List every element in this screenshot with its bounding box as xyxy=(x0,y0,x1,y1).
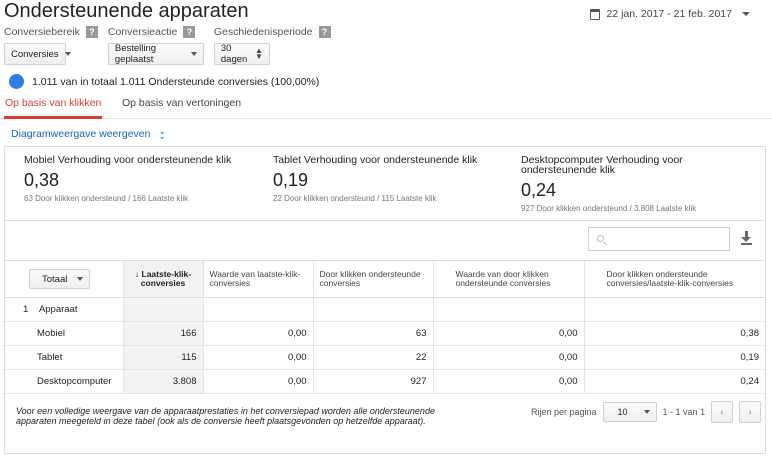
diagram-link-label: Diagramweergave weergeven xyxy=(11,128,151,140)
calendar-icon xyxy=(590,8,601,20)
chevron-down-icon xyxy=(64,52,71,56)
table-cell: 22 xyxy=(312,345,433,370)
metric-sub: 22 Door klikken ondersteund / 115 Laatst… xyxy=(273,194,437,203)
series-dot-icon xyxy=(9,74,24,89)
dropdown-value: Bestelling geplaatst xyxy=(114,43,157,65)
date-range-picker[interactable]: 22 jan. 2017 - 21 feb. 2017 xyxy=(590,8,750,20)
prev-page-button[interactable]: ‹ xyxy=(711,401,734,423)
metric-tablet: Tablet Verhouding voor ondersteunende kl… xyxy=(273,155,513,203)
metric-label: Mobiel Verhouding voor ondersteunende kl… xyxy=(24,154,232,166)
date-range-label: 22 jan. 2017 - 21 feb. 2017 xyxy=(606,8,732,20)
col-last-click-value[interactable]: Waarde van laatste-klik-conversies xyxy=(202,260,313,298)
table-cell: 0,24 xyxy=(583,369,765,394)
table-cell: 0,00 xyxy=(432,369,584,394)
chevron-down-icon xyxy=(190,52,197,56)
history-period-stepper[interactable]: 30 dagen ▲ ▼ xyxy=(213,43,270,65)
help-icon[interactable]: ? xyxy=(318,26,331,38)
col-assisted-conversions[interactable]: Door klikken ondersteunde conversies xyxy=(312,260,433,298)
dropdown-value: 30 dagen xyxy=(220,43,248,65)
chevron-down-icon xyxy=(643,410,650,414)
table-cell: 0,00 xyxy=(202,345,313,370)
table-cell: 0,00 xyxy=(432,321,584,346)
tab-bar: Op basis van klikken Op basis van verton… xyxy=(0,95,772,119)
filter-label: Conversieactie xyxy=(107,26,178,38)
chevron-down-icon xyxy=(77,277,84,281)
conversion-summary: 1.011 van in totaal 1.011 Ondersteunde c… xyxy=(9,74,319,89)
table-row: Tablet 115 0,00 22 0,00 0,19 xyxy=(5,345,765,370)
tab-impressions[interactable]: Op basis van vertoningen xyxy=(122,95,241,119)
chevron-down-icon xyxy=(742,12,750,16)
up-down-icon: ▲ ▼ xyxy=(254,46,263,61)
table-cell: 0,00 xyxy=(432,345,584,370)
group-column-header: Totaal xyxy=(5,260,123,298)
table-cell: 0,19 xyxy=(583,345,765,370)
table-header-row: Totaal ↓ Laatste-klik-conversies Waarde … xyxy=(5,260,765,298)
metric-label: Desktopcomputer Verhouding voor onderste… xyxy=(521,154,683,176)
table-cell: 63 xyxy=(312,321,433,346)
table-cell: 0,00 xyxy=(202,321,313,346)
metric-sub: 63 Door klikken ondersteund / 166 Laatst… xyxy=(24,194,189,203)
table-row: Mobiel 166 0,00 63 0,00 0,38 xyxy=(5,321,765,346)
group-cell: 1 Apparaat xyxy=(5,297,123,322)
table-cell: 3.808 xyxy=(122,369,203,394)
device-table: Totaal ↓ Laatste-klik-conversies Waarde … xyxy=(5,260,765,394)
table-group-row: 1 Apparaat xyxy=(5,297,765,322)
filter-conversion-scope: Conversiebereik ? Conversies xyxy=(4,25,98,65)
double-chevron-down-icon: ⌄ ⌄ xyxy=(158,126,167,141)
col-assisted-ratio[interactable]: Door klikken ondersteunde conversies/laa… xyxy=(583,260,765,298)
dropdown-value: Conversies xyxy=(11,48,59,60)
next-page-button[interactable]: › xyxy=(739,401,762,423)
metric-value: 0,19 xyxy=(273,170,309,190)
conversion-action-dropdown[interactable]: Bestelling geplaatst xyxy=(107,43,204,65)
search-icon xyxy=(597,235,604,242)
row-label: Tablet xyxy=(5,345,123,370)
metric-desktop: Desktopcomputer Verhouding voor onderste… xyxy=(521,155,761,213)
filter-label: Conversiebereik xyxy=(4,26,80,38)
pagination: Rijen per pagina 10 1 - 1 van 1 ‹ › xyxy=(531,401,762,423)
table-cell: 927 xyxy=(312,369,433,394)
rows-per-page-dropdown[interactable]: 10 xyxy=(602,402,657,422)
filter-bar: Conversiebereik ? Conversies Conversieac… xyxy=(4,25,331,65)
filter-conversion-action: Conversieactie ? Bestelling geplaatst xyxy=(107,25,204,65)
col-assisted-value[interactable]: Waarde van door klikken ondersteunde con… xyxy=(432,260,584,298)
metric-sub: 927 Door klikken ondersteund / 3.808 Laa… xyxy=(521,204,697,213)
sort-desc-icon: ↓ xyxy=(134,269,140,279)
show-diagram-link[interactable]: Diagramweergave weergeven ⌄ ⌄ xyxy=(11,126,167,141)
conversion-scope-dropdown[interactable]: Conversies xyxy=(4,43,71,65)
row-label: Desktopcomputer xyxy=(5,369,123,394)
help-icon[interactable]: ? xyxy=(85,26,98,38)
table-footnote: Voor een volledige weergave van de appar… xyxy=(16,406,435,426)
tab-clicks[interactable]: Op basis van klikken xyxy=(4,95,103,119)
metric-value: 0,38 xyxy=(24,170,60,190)
help-icon[interactable]: ? xyxy=(183,26,196,38)
metrics-card: Mobiel Verhouding voor ondersteunende kl… xyxy=(4,146,766,221)
group-by-dropdown[interactable]: Totaal xyxy=(29,269,91,289)
filter-label: Geschiedenisperiode xyxy=(213,26,313,38)
table-cell: 166 xyxy=(122,321,203,346)
download-icon[interactable] xyxy=(741,231,753,245)
summary-text: 1.011 van in totaal 1.011 Ondersteunde c… xyxy=(32,75,320,88)
metric-value: 0,24 xyxy=(521,180,557,200)
filter-history-period: Geschiedenisperiode ? 30 dagen ▲ ▼ xyxy=(213,25,331,65)
metric-label: Tablet Verhouding voor ondersteunende kl… xyxy=(273,154,478,166)
dropdown-value: Totaal xyxy=(42,273,68,285)
page-range: 1 - 1 van 1 xyxy=(662,407,706,417)
table-row: Desktopcomputer 3.808 0,00 927 0,00 0,24 xyxy=(5,369,765,394)
page-title: Ondersteunende apparaten xyxy=(4,0,249,22)
metric-mobile: Mobiel Verhouding voor ondersteunende kl… xyxy=(24,155,264,203)
col-last-click-conversions[interactable]: ↓ Laatste-klik-conversies xyxy=(122,260,203,298)
table-cell: 0,00 xyxy=(202,369,313,394)
rows-per-page-label: Rijen per pagina xyxy=(531,407,597,417)
row-label: Mobiel xyxy=(5,321,123,346)
table-cell: 115 xyxy=(122,345,203,370)
table-cell: 0,38 xyxy=(583,321,765,346)
table-search-input[interactable] xyxy=(588,227,730,251)
